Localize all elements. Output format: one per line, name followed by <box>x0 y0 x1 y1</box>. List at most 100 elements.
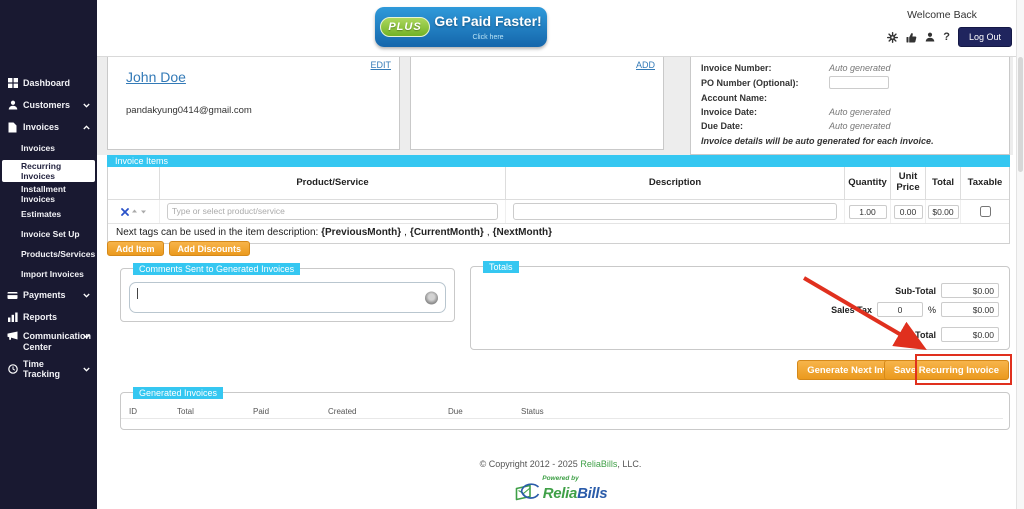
invoices-submenu: Invoices Recurring Invoices Installment … <box>0 138 97 284</box>
tag-previous-month: {PreviousMonth} <box>321 227 401 238</box>
column-taxable: Taxable <box>960 167 1009 199</box>
promo-banner[interactable]: PLUS Get Paid Faster! Click here <box>375 7 547 47</box>
description-input[interactable] <box>513 203 837 220</box>
sidebar-subitem-label: Products/Services <box>21 249 95 259</box>
copyright-suffix: , LLC. <box>617 459 641 469</box>
logo-wordmark: ReliaBills <box>543 485 608 502</box>
tag-separator: , <box>404 227 407 238</box>
line-total-input[interactable] <box>928 205 959 219</box>
sales-tax-rate-input[interactable] <box>877 302 923 317</box>
add-item-button[interactable]: Add Item <box>107 241 164 256</box>
chevron-down-icon <box>83 367 90 372</box>
settings-gear-icon[interactable] <box>887 32 898 43</box>
comment-circle-icon[interactable] <box>425 291 438 304</box>
product-service-cell <box>159 200 505 223</box>
sidebar-subitem-installment-invoices[interactable]: Installment Invoices <box>0 184 97 204</box>
sidebar-subitem-import-invoices[interactable]: Import Invoices <box>0 264 97 284</box>
account-name-row: Account Name: <box>701 92 999 103</box>
sidebar-subitem-label: Import Invoices <box>21 269 84 279</box>
banner-click-here-link[interactable]: Click here <box>433 34 543 41</box>
auto-generated-note: Invoice details will be auto generated f… <box>701 136 999 146</box>
po-number-label: PO Number (Optional): <box>701 78 829 88</box>
welcome-text: Welcome Back <box>872 9 1012 21</box>
total-value[interactable] <box>941 327 999 342</box>
sidebar-item-label: Invoices <box>23 122 59 132</box>
customer-name-link[interactable]: John Doe <box>126 69 186 85</box>
reliabills-logo[interactable]: ReliaBills <box>97 483 1024 503</box>
total-row: Total <box>915 327 999 342</box>
sidebar-item-label: Communication Center <box>23 331 77 354</box>
sidebar-subitem-invoice-set-up[interactable]: Invoice Set Up <box>0 224 97 244</box>
product-service-input[interactable] <box>167 203 498 220</box>
sidebar-item-reports[interactable]: Reports <box>0 306 97 328</box>
sidebar-subitem-label: Estimates <box>21 209 61 219</box>
copyright-prefix: © Copyright 2012 - 2025 <box>480 459 581 469</box>
sales-tax-row: Sales Tax % <box>831 302 999 317</box>
user-profile-icon[interactable] <box>925 32 935 42</box>
add-link[interactable]: ADD <box>636 60 655 70</box>
sidebar-item-label: Payments <box>23 290 66 300</box>
sidebar-subitem-products-services[interactable]: Products/Services <box>0 244 97 264</box>
help-icon[interactable]: ? <box>943 32 950 43</box>
sidebar-item-time-tracking[interactable]: Time Tracking <box>0 358 97 380</box>
percent-sign: % <box>928 305 936 315</box>
delete-row-icon[interactable] <box>121 208 129 216</box>
sidebar-subitem-estimates[interactable]: Estimates <box>0 204 97 224</box>
add-discounts-button[interactable]: Add Discounts <box>169 241 251 256</box>
sidebar-item-payments[interactable]: Payments <box>0 284 97 306</box>
sales-tax-amount-value[interactable] <box>941 302 999 317</box>
due-date-value: Auto generated <box>829 121 891 131</box>
account-name-label: Account Name: <box>701 93 829 103</box>
row-actions-cell <box>108 200 159 223</box>
description-cell <box>505 200 844 223</box>
sidebar-item-communication-center[interactable]: Communication Center <box>0 328 97 358</box>
sidebar-subitem-invoices[interactable]: Invoices <box>0 138 97 158</box>
sidebar-nav: Dashboard Customers Invoices Invoices Re… <box>0 0 97 380</box>
sub-total-value[interactable] <box>941 283 999 298</box>
column-paid: Paid <box>253 407 328 416</box>
page-footer: © Copyright 2012 - 2025 ReliaBills, LLC.… <box>97 459 1024 503</box>
generated-invoices-title: Generated Invoices <box>133 387 223 399</box>
text-cursor <box>137 288 138 299</box>
megaphone-icon <box>7 331 18 341</box>
banner-headline: Get Paid Faster! <box>433 13 543 29</box>
column-quantity: Quantity <box>844 167 890 199</box>
sidebar-item-invoices[interactable]: Invoices <box>0 116 97 138</box>
column-created: Created <box>328 407 448 416</box>
reliabills-logo-icon <box>514 483 540 503</box>
sidebar-item-dashboard[interactable]: Dashboard <box>0 72 97 94</box>
comments-textarea[interactable] <box>129 282 446 313</box>
vertical-scrollbar[interactable] <box>1016 0 1024 509</box>
logout-button[interactable]: Log Out <box>958 27 1012 47</box>
column-unit-price: Unit Price <box>890 167 925 199</box>
customer-email: pandakyung0414@gmail.com <box>126 105 252 116</box>
clock-icon <box>7 364 18 374</box>
thumbs-up-icon[interactable] <box>906 32 917 43</box>
quantity-input[interactable] <box>849 205 887 219</box>
taxable-checkbox[interactable] <box>980 206 991 217</box>
invoice-date-row: Invoice Date: Auto generated <box>701 106 999 117</box>
reports-chart-icon <box>7 312 18 322</box>
column-product-service: Product/Service <box>159 167 505 199</box>
sidebar-item-label: Dashboard <box>23 78 70 88</box>
payments-card-icon <box>7 291 18 300</box>
items-table-header-row: Product/Service Description Quantity Uni… <box>108 167 1009 200</box>
invoice-items-header: Invoice Items <box>107 155 1010 167</box>
reliabills-link[interactable]: ReliaBills <box>580 459 617 469</box>
edit-customer-link[interactable]: EDIT <box>370 60 391 70</box>
chevron-down-icon <box>83 293 90 298</box>
move-row-down-icon[interactable] <box>140 208 147 215</box>
user-actions: ? Log Out <box>872 27 1012 47</box>
po-number-input[interactable] <box>829 76 889 89</box>
column-description: Description <box>505 167 844 199</box>
sidebar-item-customers[interactable]: Customers <box>0 94 97 116</box>
unit-price-input[interactable] <box>894 205 923 219</box>
comments-section-title: Comments Sent to Generated Invoices <box>133 263 300 275</box>
save-recurring-invoice-button[interactable]: Save Recurring Invoice <box>884 360 1009 380</box>
sidebar-subitem-label: Recurring Invoices <box>21 161 95 181</box>
sub-total-row: Sub-Total <box>895 283 999 298</box>
scrollbar-thumb[interactable] <box>1018 57 1023 172</box>
unit-price-cell <box>890 200 925 223</box>
move-row-up-icon[interactable] <box>131 208 138 215</box>
sidebar-subitem-recurring-invoices[interactable]: Recurring Invoices <box>2 160 95 182</box>
